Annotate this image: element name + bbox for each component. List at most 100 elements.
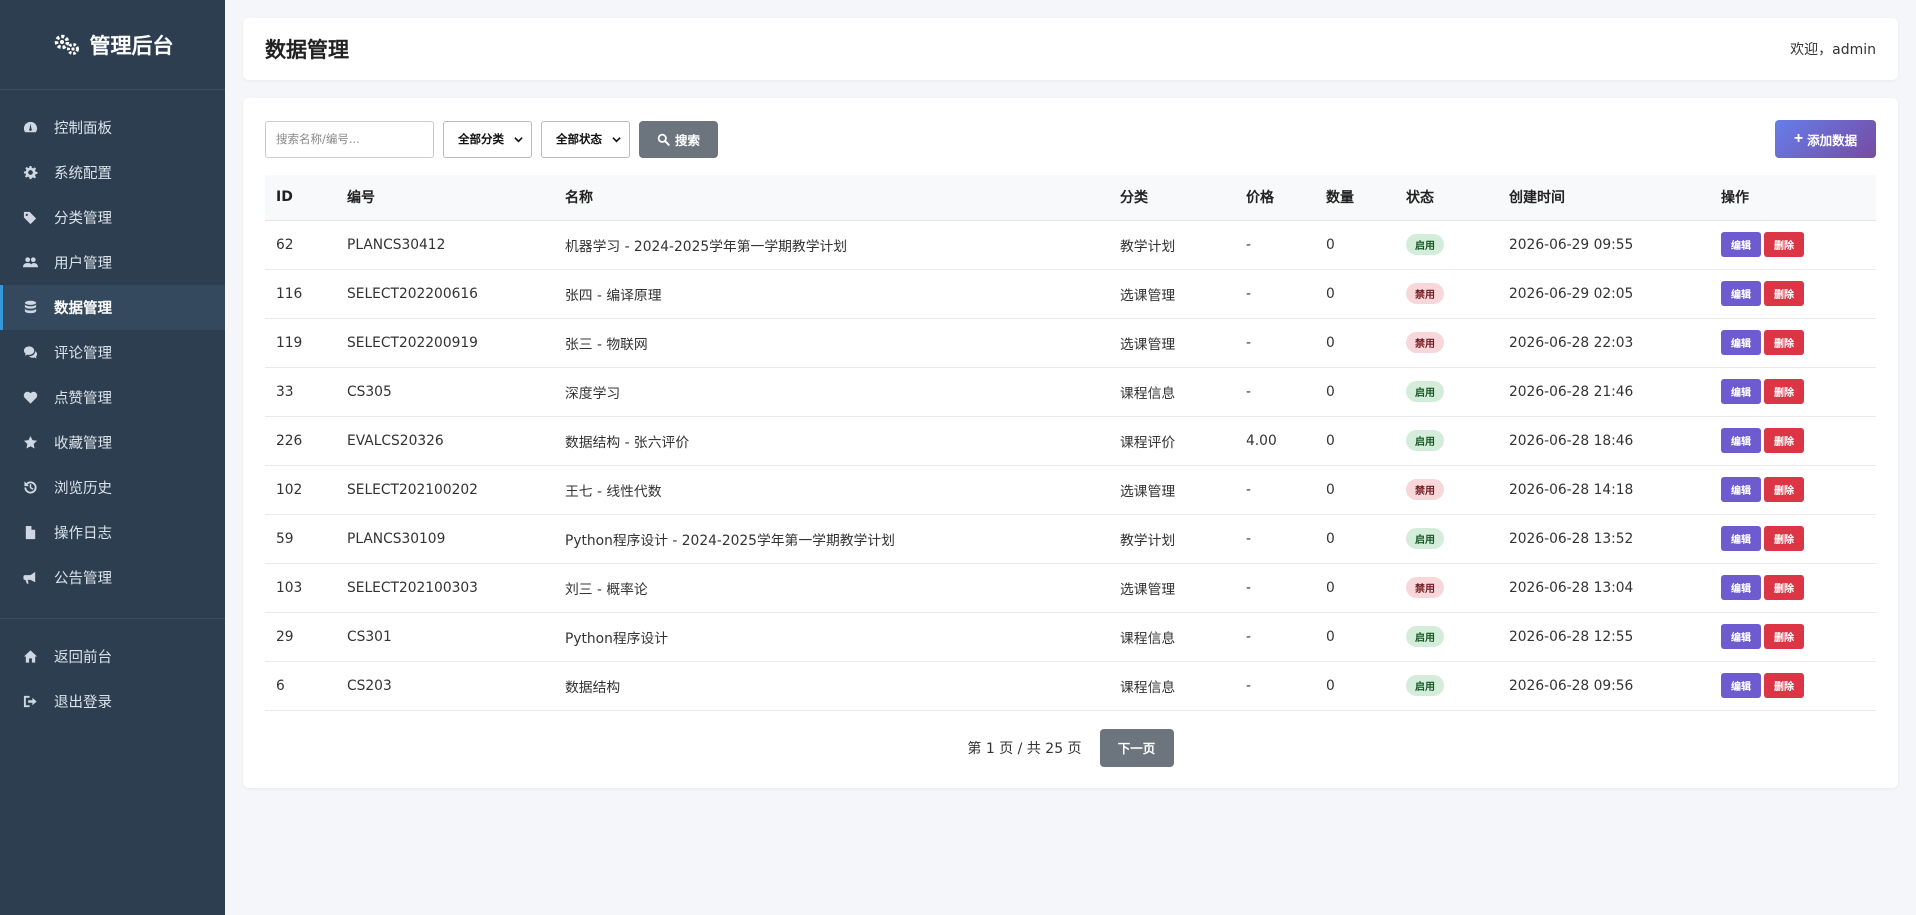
search-input[interactable] (265, 120, 434, 158)
edit-button[interactable]: 编辑 (1721, 428, 1761, 453)
add-data-button-label: 添加数据 (1807, 133, 1858, 148)
cell-qty: 0 (1315, 220, 1395, 270)
table-row: 102 SELECT202100202 王七 - 线性代数 选课管理 -0 禁用 2026-… (265, 465, 1876, 515)
sidebar-item-home[interactable]: 返回前台 (0, 634, 225, 679)
delete-button[interactable]: 删除 (1764, 624, 1804, 649)
status-select[interactable]: 全部状态 (541, 120, 630, 158)
edit-button[interactable]: 编辑 (1721, 624, 1761, 649)
cell-name: 数据结构 (554, 661, 1109, 711)
cell-created: 2026-06-28 18:46 (1498, 416, 1710, 466)
next-page-button[interactable]: 下一页 (1099, 728, 1174, 767)
add-data-button[interactable]: + 添加数据 (1775, 120, 1876, 158)
cell-status: 启用 (1395, 661, 1498, 711)
pagination: 第 1 页 / 共 25 页 下一页 (265, 728, 1876, 767)
search-button-label: 搜索 (674, 133, 700, 148)
cell-name: Python程序设计 - 2024-2025学年第一学期教学计划 (554, 514, 1109, 564)
cell-status: 启用 (1395, 514, 1498, 564)
edit-button[interactable]: 编辑 (1721, 232, 1761, 257)
cell-price: - (1235, 318, 1315, 368)
sidebar-item-sign-out[interactable]: 退出登录 (0, 679, 225, 724)
delete-button[interactable]: 删除 (1764, 330, 1804, 355)
history-icon (22, 480, 38, 496)
cell-created: 2026-06-28 13:04 (1498, 563, 1710, 613)
cell-code: SELECT202100202 (336, 465, 554, 515)
sidebar-item-users[interactable]: 用户管理 (0, 240, 225, 285)
cell-category: 选课管理 (1109, 465, 1235, 515)
delete-button[interactable]: 删除 (1764, 526, 1804, 551)
sidebar-item-heart[interactable]: 点赞管理 (0, 375, 225, 420)
table-row: 119 SELECT202200919 张三 - 物联网 选课管理 -0 禁用 2026-0… (265, 318, 1876, 368)
status-badge: 启用 (1406, 675, 1444, 696)
sidebar-item-label: 控制面板 (54, 121, 112, 137)
edit-button[interactable]: 编辑 (1721, 330, 1761, 355)
sidebar-item-label: 系统配置 (54, 166, 112, 182)
table-row: 59 PLANCS30109 Python程序设计 - 2024-2025学年第一学… (265, 514, 1876, 564)
status-badge: 启用 (1406, 430, 1444, 451)
cell-code: EVALCS20326 (336, 416, 554, 466)
delete-button[interactable]: 删除 (1764, 428, 1804, 453)
delete-button[interactable]: 删除 (1764, 281, 1804, 306)
row-actions: 编辑 删除 (1721, 330, 1876, 355)
edit-button[interactable]: 编辑 (1721, 379, 1761, 404)
edit-button[interactable]: 编辑 (1721, 673, 1761, 698)
chevron-down-icon (612, 136, 621, 142)
sidebar-item-file[interactable]: 操作日志 (0, 510, 225, 555)
cell-id: 29 (265, 612, 336, 662)
cell-qty: 0 (1315, 367, 1395, 417)
cell-price: - (1235, 269, 1315, 319)
table-row: 103 SELECT202100303 刘三 - 概率论 选课管理 -0 禁用 2026-0… (265, 563, 1876, 613)
brand: 管理后台 (0, 0, 225, 90)
cell-qty: 0 (1315, 563, 1395, 613)
sidebar-item-label: 操作日志 (54, 526, 112, 542)
sidebar: 管理后台 控制面板系统配置分类管理 用户管理 数据管理评论管理点赞管理 收藏管理 浏览历… (0, 0, 225, 915)
sidebar-item-star[interactable]: 收藏管理 (0, 420, 225, 465)
delete-button[interactable]: 删除 (1764, 477, 1804, 502)
status-badge: 禁用 (1406, 577, 1444, 598)
cell-code: SELECT202100303 (336, 563, 554, 613)
sidebar-item-history[interactable]: 浏览历史 (0, 465, 225, 510)
cell-status: 启用 (1395, 367, 1498, 417)
delete-button[interactable]: 删除 (1764, 232, 1804, 257)
heart-icon (22, 390, 38, 406)
cell-code: SELECT202200616 (336, 269, 554, 319)
sidebar-item-bullhorn[interactable]: 公告管理 (0, 555, 225, 600)
sidebar-item-gear[interactable]: 系统配置 (0, 150, 225, 195)
row-actions: 编辑 删除 (1721, 575, 1876, 600)
users-icon (22, 255, 38, 271)
sidebar-item-dashboard[interactable]: 控制面板 (0, 105, 225, 150)
edit-button[interactable]: 编辑 (1721, 526, 1761, 551)
cell-qty: 0 (1315, 514, 1395, 564)
cell-id: 116 (265, 269, 336, 319)
sidebar-item-label: 评论管理 (54, 346, 112, 362)
sidebar-item-tags[interactable]: 分类管理 (0, 195, 225, 240)
cell-category: 课程评价 (1109, 416, 1235, 466)
cell-code: PLANCS30109 (336, 514, 554, 564)
cell-name: 数据结构 - 张六评价 (554, 416, 1109, 466)
edit-button[interactable]: 编辑 (1721, 575, 1761, 600)
search-button[interactable]: 搜索 (639, 120, 718, 158)
chevron-down-icon (514, 136, 523, 142)
delete-button[interactable]: 删除 (1764, 379, 1804, 404)
sidebar-nav-bottom: 返回前台 退出登录 (0, 634, 225, 724)
gears-icon (54, 34, 79, 55)
row-actions: 编辑 删除 (1721, 379, 1876, 404)
cell-status: 禁用 (1395, 318, 1498, 368)
data-card: 全部分类 全部状态 搜索 + 添加数据 ID编号名称分类价格数量状态创建时间操作… (243, 98, 1898, 788)
data-table: ID 编号 名称 分类 价格 数量 状态 创建时间 操作 62 PLANCS30412 机器学习 -… (265, 175, 1876, 711)
delete-button[interactable]: 删除 (1764, 673, 1804, 698)
cell-id: 6 (265, 661, 336, 711)
status-select-value: 全部状态 (556, 132, 602, 146)
category-select[interactable]: 全部分类 (443, 120, 532, 158)
edit-button[interactable]: 编辑 (1721, 477, 1761, 502)
row-actions: 编辑 删除 (1721, 232, 1876, 257)
sidebar-item-database[interactable]: 数据管理 (0, 285, 225, 330)
sidebar-item-comments[interactable]: 评论管理 (0, 330, 225, 375)
row-actions: 编辑 删除 (1721, 477, 1876, 502)
comments-icon (22, 345, 38, 361)
cell-actions: 编辑 删除 (1710, 661, 1876, 711)
cell-status: 启用 (1395, 220, 1498, 270)
table-body: 62 PLANCS30412 机器学习 - 2024-2025学年第一学期教学计划教… (265, 220, 1876, 711)
delete-button[interactable]: 删除 (1764, 575, 1804, 600)
edit-button[interactable]: 编辑 (1721, 281, 1761, 306)
cell-name: 张四 - 编译原理 (554, 269, 1109, 319)
